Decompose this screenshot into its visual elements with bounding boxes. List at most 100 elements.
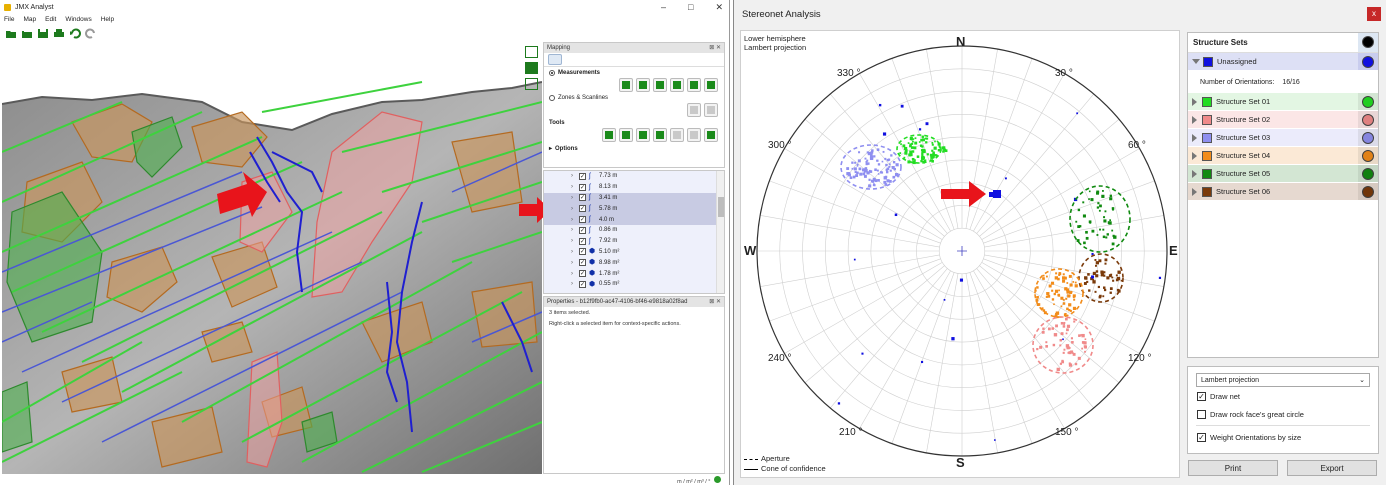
expand-icon[interactable] xyxy=(1192,115,1197,124)
frame-icon[interactable] xyxy=(525,78,538,90)
list-item[interactable]: › ✓ ʃ 3.41 m xyxy=(544,192,724,204)
measurements-option[interactable]: Measurements xyxy=(544,67,724,78)
list-item[interactable]: › ✓ ⬢ 1.78 m² xyxy=(544,268,724,279)
export-button[interactable]: Export xyxy=(1287,460,1377,476)
menu-edit[interactable]: Edit xyxy=(45,16,56,23)
item-checkbox[interactable]: ✓ xyxy=(579,216,586,224)
item-checkbox[interactable]: ✓ xyxy=(579,259,586,267)
save-icon[interactable] xyxy=(37,28,49,39)
rockface-option[interactable]: Draw rock face's great circle xyxy=(1188,405,1378,423)
expand-icon[interactable] xyxy=(1192,97,1197,106)
new-project-icon[interactable] xyxy=(5,28,17,39)
item-checkbox[interactable]: ✓ xyxy=(579,270,586,278)
draw-net-option[interactable]: ✓ Draw net xyxy=(1188,387,1378,405)
chevron-right-icon[interactable]: › xyxy=(571,260,576,266)
compare-tool-icon[interactable] xyxy=(653,128,667,142)
menu-file[interactable]: File xyxy=(4,16,14,23)
weight-option[interactable]: ✓ Weight Orientations by size xyxy=(1188,428,1378,446)
tab-grid[interactable] xyxy=(620,54,634,65)
tab-solid[interactable] xyxy=(602,54,616,65)
disabled-tool-icon[interactable] xyxy=(670,128,684,142)
parallel-tool-icon[interactable] xyxy=(619,128,633,142)
fit-view-icon[interactable] xyxy=(525,62,538,74)
zones-radio[interactable] xyxy=(549,95,555,101)
chevron-right-icon[interactable]: › xyxy=(571,249,576,255)
link-tool-icon[interactable] xyxy=(636,128,650,142)
set-color-dot[interactable] xyxy=(1362,150,1374,162)
set-color-dot[interactable] xyxy=(1362,114,1374,126)
tab-points[interactable] xyxy=(584,54,598,65)
structure-set-row[interactable]: Structure Set 02 xyxy=(1188,111,1378,129)
3d-viewport[interactable] xyxy=(2,42,542,474)
tab-measure[interactable] xyxy=(548,54,562,65)
group-tool-icon[interactable] xyxy=(602,128,616,142)
add-tool-icon[interactable] xyxy=(704,128,718,142)
options-toggle[interactable]: ▸ Options xyxy=(544,142,724,154)
expand-icon[interactable] xyxy=(1192,151,1197,160)
item-checkbox[interactable]: ✓ xyxy=(579,280,586,288)
chevron-right-icon[interactable]: › xyxy=(571,281,576,287)
list-scrollbar[interactable] xyxy=(716,171,724,293)
print-button[interactable]: Print xyxy=(1188,460,1278,476)
close-icon[interactable]: ✕ xyxy=(715,2,723,13)
zone-polygon-icon[interactable] xyxy=(687,103,701,117)
structure-set-row[interactable]: Structure Set 04 xyxy=(1188,147,1378,165)
projection-select[interactable]: Lambert projection ⌄ xyxy=(1196,373,1370,387)
list-item[interactable]: › ✓ ʃ 8.13 m xyxy=(544,182,724,193)
item-checkbox[interactable]: ✓ xyxy=(579,194,586,202)
tab-angle[interactable] xyxy=(566,54,580,65)
list-item[interactable]: › ✓ ʃ 7.92 m xyxy=(544,236,724,247)
list-item[interactable]: › ✓ ⬢ 0.55 m² xyxy=(544,279,724,290)
chevron-right-icon[interactable]: › xyxy=(571,195,576,201)
minimize-icon[interactable]: – xyxy=(661,2,666,13)
item-checkbox[interactable]: ✓ xyxy=(579,248,586,256)
zones-option[interactable]: Zones & Scanlines xyxy=(544,92,724,103)
panel-close-icon[interactable]: ⊠ ✕ xyxy=(709,43,721,53)
menu-help[interactable]: Help xyxy=(101,16,114,23)
menu-windows[interactable]: Windows xyxy=(65,16,91,23)
chevron-right-icon[interactable]: › xyxy=(571,238,576,244)
arch-tool-icon[interactable] xyxy=(704,78,718,92)
print-icon[interactable] xyxy=(53,28,65,39)
structure-set-row[interactable]: Structure Set 05 xyxy=(1188,165,1378,183)
item-checkbox[interactable]: ✓ xyxy=(579,183,586,191)
set-color-dot[interactable] xyxy=(1362,168,1374,180)
undo-icon[interactable] xyxy=(69,28,81,39)
scanline-icon[interactable] xyxy=(704,103,718,117)
rock-face-model[interactable] xyxy=(2,42,542,474)
chevron-right-icon[interactable]: › xyxy=(571,173,576,179)
properties-close-icon[interactable]: ⊠ ✕ xyxy=(709,297,721,307)
redo-icon[interactable] xyxy=(85,28,97,39)
wave-tool-icon[interactable] xyxy=(687,128,701,142)
structure-set-row[interactable]: Structure Set 06 xyxy=(1188,183,1378,201)
list-item[interactable]: › ✓ ʃ 7.73 m xyxy=(544,171,724,182)
menu-map[interactable]: Map xyxy=(23,16,36,23)
scrollbar-thumb[interactable] xyxy=(718,197,724,217)
item-checkbox[interactable]: ✓ xyxy=(579,205,586,213)
list-item[interactable]: › ✓ ⬢ 8.98 m² xyxy=(544,257,724,268)
open-folder-icon[interactable] xyxy=(21,28,33,39)
expand-icon[interactable] xyxy=(1192,187,1197,196)
item-checkbox[interactable]: ✓ xyxy=(579,172,586,180)
arrow-tool-icon[interactable] xyxy=(619,78,633,92)
structure-set-row[interactable]: Structure Set 01 xyxy=(1188,93,1378,111)
rockface-checkbox[interactable] xyxy=(1197,409,1206,419)
expand-icon[interactable] xyxy=(1192,133,1197,142)
set-color-dot[interactable] xyxy=(1362,132,1374,144)
chevron-right-icon[interactable]: › xyxy=(571,184,576,190)
list-item[interactable]: › ✓ ʃ 0.86 m xyxy=(544,225,724,236)
unassigned-row[interactable]: Unassigned xyxy=(1188,53,1378,71)
expand-icon[interactable] xyxy=(1192,169,1197,178)
set-color-dot[interactable] xyxy=(1362,186,1374,198)
set-color-dot[interactable] xyxy=(1362,96,1374,108)
item-checkbox[interactable]: ✓ xyxy=(579,237,586,245)
expand-icon[interactable] xyxy=(1192,59,1200,64)
item-checkbox[interactable]: ✓ xyxy=(579,226,586,234)
polyline-tool-icon[interactable] xyxy=(636,78,650,92)
measurements-radio[interactable] xyxy=(549,70,555,76)
camera-icon[interactable] xyxy=(525,46,538,58)
polygon-tool-icon[interactable] xyxy=(670,78,684,92)
chevron-right-icon[interactable]: › xyxy=(571,217,576,223)
chevron-right-icon[interactable]: › xyxy=(571,206,576,212)
draw-net-checkbox[interactable]: ✓ xyxy=(1197,391,1206,401)
